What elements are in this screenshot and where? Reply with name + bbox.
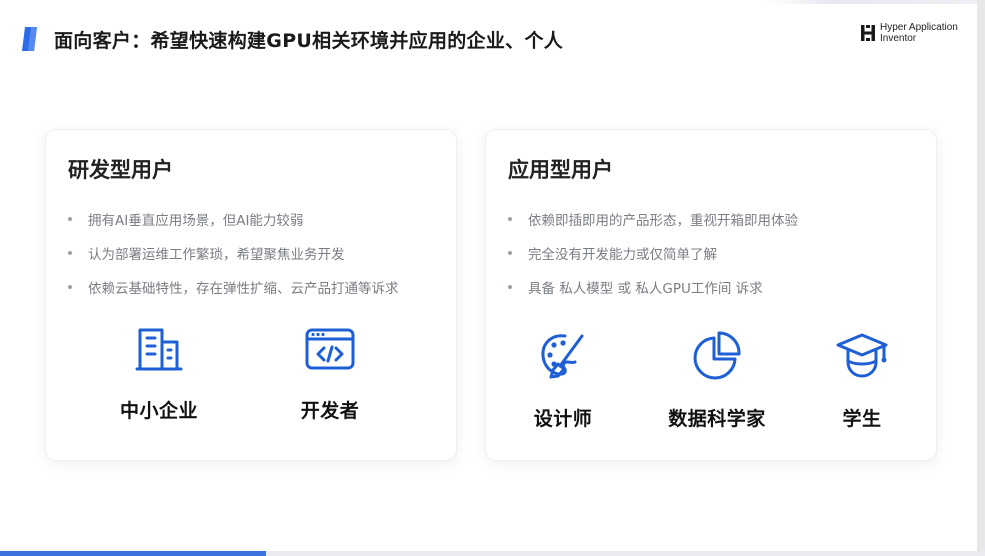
bullet-item: 具备 私人模型 或 私人GPU工作间 诉求 bbox=[508, 270, 798, 304]
rd-users-card: 研发型用户 拥有AI垂直应用场景，但AI能力较弱 认为部署运维工作繁琐，希望聚焦… bbox=[46, 130, 456, 460]
icon-label: 开发者 bbox=[300, 400, 360, 422]
card-title: 研发型用户 bbox=[68, 158, 173, 182]
window-right-edge bbox=[977, 0, 985, 556]
bullet-item: 认为部署运维工作繁琐，希望聚焦业务开发 bbox=[68, 236, 399, 270]
bullet-item: 依赖云基础特性，存在弹性扩缩、云产品打通等诉求 bbox=[68, 270, 399, 304]
designer-block: 设计师 bbox=[508, 330, 618, 431]
bullet-text: 依赖即插即用的产品形态，重视开箱即用体验 bbox=[528, 213, 798, 229]
page-title: 面向客户：希望快速构建GPU相关环境并应用的企业、个人 bbox=[54, 29, 564, 52]
bullet-dot-icon bbox=[68, 285, 72, 289]
app-users-card: 应用型用户 依赖即插即用的产品形态，重视开箱即用体验 完全没有开发能力或仅简单了… bbox=[486, 130, 936, 460]
brand-name-line1: Hyper Application bbox=[880, 22, 958, 33]
bullet-list: 拥有AI垂直应用场景，但AI能力较弱 认为部署运维工作繁琐，希望聚焦业务开发 依… bbox=[68, 202, 399, 304]
icon-label: 数据科学家 bbox=[668, 408, 766, 430]
brand-name-line2: Inventor bbox=[880, 33, 917, 44]
card-title: 应用型用户 bbox=[508, 158, 613, 182]
bullet-text: 认为部署运维工作繁琐，希望聚焦业务开发 bbox=[88, 247, 345, 263]
data-scientist-block: 数据科学家 bbox=[652, 330, 782, 431]
bullet-dot-icon bbox=[68, 251, 72, 255]
code-window-icon bbox=[305, 328, 355, 370]
graduation-cap-icon bbox=[836, 333, 888, 378]
brand-logo: Hyper Application Inventor bbox=[860, 22, 958, 44]
slide-logo-icon bbox=[20, 26, 40, 52]
bullet-dot-icon bbox=[68, 217, 72, 221]
slide-progress-track bbox=[0, 551, 985, 556]
sme-block: 中小企业 bbox=[94, 326, 224, 423]
pie-chart-icon bbox=[693, 331, 741, 380]
student-block: 学生 bbox=[812, 330, 912, 431]
slide-header: 面向客户：希望快速构建GPU相关环境并应用的企业、个人 bbox=[20, 22, 563, 56]
top-edge-strip bbox=[765, 0, 985, 4]
bullet-dot-icon bbox=[508, 217, 512, 221]
bullet-text: 具备 私人模型 或 私人GPU工作间 诉求 bbox=[528, 281, 763, 297]
bullet-text: 依赖云基础特性，存在弹性扩缩、云产品打通等诉求 bbox=[88, 281, 399, 297]
bullet-text: 完全没有开发能力或仅简单了解 bbox=[528, 247, 717, 263]
bullet-item: 拥有AI垂直应用场景，但AI能力较弱 bbox=[68, 202, 399, 236]
slide-progress-fill bbox=[0, 551, 266, 556]
bullet-text: 拥有AI垂直应用场景，但AI能力较弱 bbox=[88, 213, 304, 229]
bullet-list: 依赖即插即用的产品形态，重视开箱即用体验 完全没有开发能力或仅简单了解 具备 私… bbox=[508, 202, 798, 304]
developer-block: 开发者 bbox=[265, 326, 395, 423]
palette-brush-icon bbox=[541, 334, 584, 379]
icon-label: 设计师 bbox=[533, 408, 593, 430]
bullet-dot-icon bbox=[508, 251, 512, 255]
icon-label: 中小企业 bbox=[119, 400, 198, 422]
icon-label: 学生 bbox=[842, 408, 882, 430]
bullet-dot-icon bbox=[508, 285, 512, 289]
brand-h-icon bbox=[861, 25, 875, 41]
bullet-item: 完全没有开发能力或仅简单了解 bbox=[508, 236, 798, 270]
bullet-item: 依赖即插即用的产品形态，重视开箱即用体验 bbox=[508, 202, 798, 236]
building-icon bbox=[135, 328, 183, 371]
